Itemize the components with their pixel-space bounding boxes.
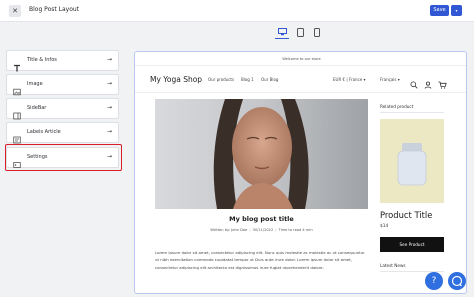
tablet-icon[interactable]	[293, 26, 307, 39]
help-button[interactable]: ?	[425, 272, 443, 290]
menu-item-sidebar[interactable]: SideBar →	[6, 98, 119, 120]
close-button[interactable]: ✕	[9, 5, 21, 17]
image-icon	[13, 81, 21, 96]
post-date: 30/11/2022	[252, 228, 274, 232]
shop-logo[interactable]: My Yoga Shop	[150, 75, 202, 84]
arrow-right-icon: →	[106, 80, 112, 87]
header-divider	[135, 92, 466, 93]
menu-item-labels-article[interactable]: Labels Article →	[6, 122, 119, 144]
desktop-icon[interactable]	[275, 26, 289, 39]
latest-news-heading: Latest News	[380, 263, 406, 268]
account-icon[interactable]	[424, 74, 433, 89]
menu-item-label: Title & Infos	[27, 57, 57, 63]
mobile-icon[interactable]	[310, 26, 324, 39]
language-selector[interactable]: Français ▾	[380, 77, 400, 82]
post-meta: Written by: John Doe | 30/11/2022 | Time to …	[210, 228, 313, 232]
text-icon	[13, 57, 21, 72]
top-bar: ✕ Blog Post Layout Save ▾	[0, 0, 474, 22]
search-icon[interactable]	[410, 74, 419, 89]
post-read-time: Time to read 4 min	[278, 228, 313, 232]
currency-selector[interactable]: EUR € | France ▾	[333, 77, 366, 82]
post-author: Written by: John Doe	[210, 228, 248, 232]
nav-item-blog-1[interactable]: Blog 1	[241, 77, 254, 82]
arrow-right-icon: →	[106, 104, 112, 111]
nav-item-our-blog[interactable]: Our Blog	[261, 77, 278, 82]
see-product-button[interactable]: See Product	[380, 237, 444, 252]
arrow-right-icon: →	[106, 56, 112, 63]
hero-image	[155, 99, 368, 209]
menu-item-label: Labels Article	[27, 129, 61, 135]
arrow-right-icon: →	[106, 128, 112, 135]
related-divider	[380, 112, 444, 113]
product-title[interactable]: Product Title	[380, 210, 444, 220]
announcement-bar: Welcome to our store	[135, 52, 466, 66]
device-toggle	[0, 22, 474, 42]
save-options-button[interactable]: ▾	[451, 5, 462, 16]
menu-item-label: SideBar	[27, 105, 47, 111]
chat-icon[interactable]	[448, 272, 466, 290]
post-body: Lorem ipsum dolor sit amet, consectetur …	[155, 250, 365, 270]
settings-highlight-box	[5, 144, 122, 171]
post-title: My blog post title	[229, 215, 294, 223]
cart-icon[interactable]	[438, 74, 447, 89]
save-button[interactable]: Save	[430, 5, 449, 16]
blog-post-preview: Welcome to our store My Yoga Shop Our pr…	[134, 51, 467, 294]
page-title: Blog Post Layout	[29, 6, 80, 13]
menu-item-image[interactable]: Image →	[6, 74, 119, 96]
product-price: $14	[380, 224, 389, 229]
menu-item-label: Image	[27, 81, 43, 87]
nav-item-our-products[interactable]: Our products	[208, 77, 234, 82]
label-icon	[13, 129, 21, 144]
menu-item-title-infos[interactable]: Title & Infos →	[6, 50, 119, 72]
product-image[interactable]	[380, 119, 444, 203]
sidebar-icon	[13, 105, 21, 120]
related-product-heading: Related product	[380, 104, 414, 109]
